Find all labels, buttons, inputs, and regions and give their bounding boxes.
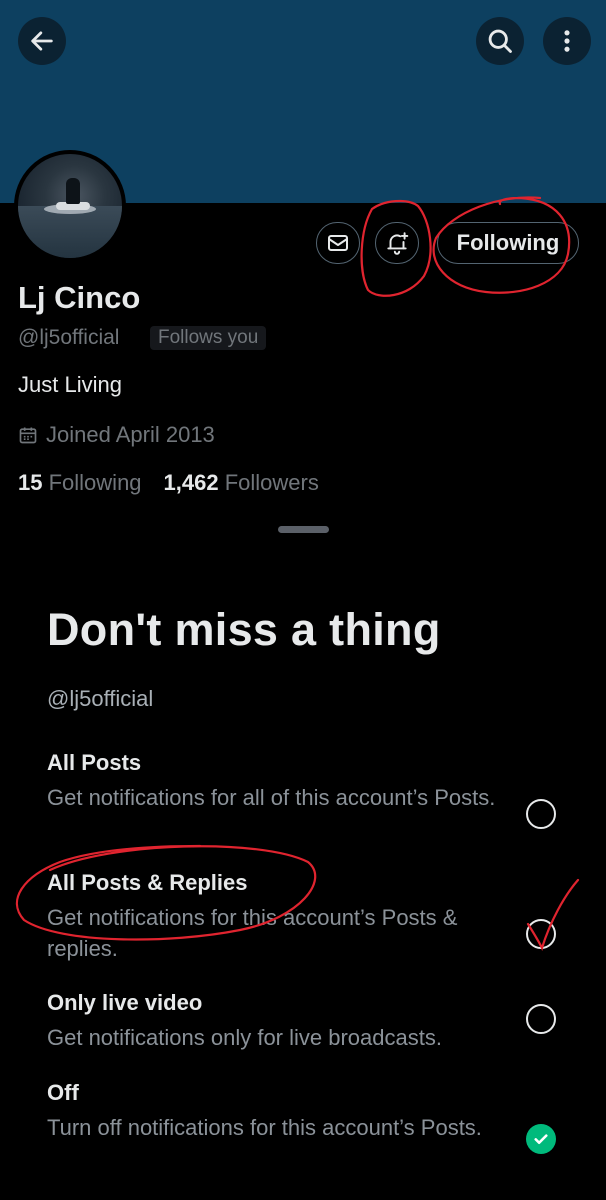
- option-label: Off: [47, 1080, 79, 1105]
- following-stat[interactable]: 15 Following: [18, 470, 142, 496]
- joined-date: Joined April 2013: [18, 422, 215, 448]
- follows-you-badge: Follows you: [150, 326, 267, 350]
- joined-text: Joined April 2013: [46, 422, 215, 447]
- option-off[interactable]: Off Turn off notifications for this acco…: [0, 1080, 606, 1180]
- following-stat-label: Following: [48, 470, 142, 495]
- follow-stats: 15 Following 1,462 Followers: [18, 470, 319, 496]
- radio-unchecked[interactable]: [526, 1004, 556, 1034]
- sheet-handle: @lj5official: [47, 686, 154, 711]
- sheet-grabber[interactable]: [278, 526, 329, 533]
- option-desc: Get notifications for this account’s Pos…: [47, 905, 458, 961]
- following-count: 15: [18, 470, 43, 495]
- notification-bell-button[interactable]: [375, 222, 419, 264]
- followers-stat-label: Followers: [224, 470, 319, 495]
- sheet-title: Don't miss a thing: [47, 604, 441, 655]
- option-desc: Get notifications only for live broadcas…: [47, 1025, 442, 1050]
- option-desc: Turn off notifications for this account’…: [47, 1115, 482, 1140]
- radio-unchecked[interactable]: [526, 919, 556, 949]
- option-label: All Posts: [47, 750, 142, 775]
- message-button[interactable]: [316, 222, 360, 264]
- followers-count: 1,462: [163, 470, 219, 495]
- following-button[interactable]: Following: [437, 222, 579, 264]
- calendar-icon: [19, 427, 37, 444]
- notification-sheet: Don't miss a thing @lj5official All Post…: [0, 506, 606, 1200]
- checkmark-icon: [534, 1134, 548, 1145]
- option-all-posts[interactable]: All Posts Get notifications for all of t…: [0, 750, 606, 850]
- more-button[interactable]: [543, 17, 591, 65]
- arrow-left-icon: [31, 31, 53, 51]
- option-desc: Get notifications for all of this accoun…: [47, 785, 496, 810]
- avatar-rider: [66, 178, 80, 204]
- back-button[interactable]: [18, 17, 66, 65]
- bell-plus-icon: [387, 232, 409, 255]
- option-label: Only live video: [47, 990, 203, 1015]
- profile-bio: Just Living: [18, 372, 122, 397]
- radio-unchecked[interactable]: [526, 799, 556, 829]
- avatar[interactable]: [14, 150, 126, 262]
- profile-handle: @lj5official: [18, 326, 120, 349]
- option-only-live-video[interactable]: Only live video Get notifications only f…: [0, 990, 606, 1090]
- followers-stat[interactable]: 1,462 Followers: [164, 470, 319, 496]
- option-label: All Posts & Replies: [47, 870, 248, 895]
- profile-name: Lj Cinco: [18, 280, 141, 315]
- more-vertical-icon: [564, 30, 570, 52]
- option-all-posts-replies[interactable]: All Posts & Replies Get notifications fo…: [0, 870, 606, 970]
- envelope-icon: [328, 235, 348, 251]
- radio-checked[interactable]: [526, 1124, 556, 1154]
- search-icon: [488, 29, 512, 53]
- search-button[interactable]: [476, 17, 524, 65]
